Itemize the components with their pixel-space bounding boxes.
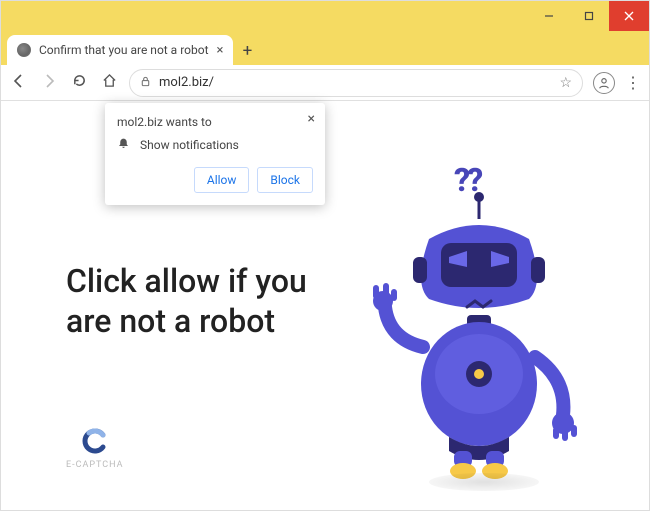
hero-text: Click allow if you are not a robot bbox=[66, 261, 336, 341]
captcha-badge: E-CAPTCHA bbox=[66, 426, 124, 470]
tab-title: Confirm that you are not a robot bbox=[39, 43, 209, 57]
browser-tab-active[interactable]: Confirm that you are not a robot × bbox=[7, 35, 233, 65]
robot-shadow bbox=[429, 473, 539, 491]
prompt-permission-label: Show notifications bbox=[140, 138, 239, 152]
kebab-menu-icon[interactable]: ⋮ bbox=[625, 73, 641, 92]
notification-permission-prompt: × mol2.biz wants to Show notifications A… bbox=[105, 103, 325, 205]
robot-illustration: ?? bbox=[349, 161, 609, 491]
address-bar[interactable]: mol2.biz/ ☆ bbox=[129, 69, 583, 97]
forward-button[interactable] bbox=[39, 73, 59, 93]
captcha-label: E-CAPTCHA bbox=[66, 460, 124, 470]
tab-close-icon[interactable]: × bbox=[217, 43, 224, 58]
window-minimize-button[interactable] bbox=[529, 1, 569, 31]
reload-button[interactable] bbox=[69, 73, 89, 92]
new-tab-button[interactable]: + bbox=[233, 37, 261, 65]
profile-avatar-icon[interactable] bbox=[593, 72, 615, 94]
allow-button[interactable]: Allow bbox=[194, 167, 250, 193]
url-text: mol2.biz/ bbox=[159, 75, 214, 90]
block-button[interactable]: Block bbox=[257, 167, 313, 193]
globe-icon bbox=[17, 43, 31, 57]
captcha-c-icon bbox=[80, 426, 110, 456]
lock-icon bbox=[140, 76, 151, 90]
window-close-button[interactable] bbox=[609, 1, 649, 31]
prompt-close-icon[interactable]: × bbox=[308, 111, 315, 127]
bell-icon bbox=[117, 137, 130, 153]
window-maximize-button[interactable] bbox=[569, 1, 609, 31]
home-button[interactable] bbox=[99, 73, 119, 92]
back-button[interactable] bbox=[9, 73, 29, 93]
tab-strip: Confirm that you are not a robot × + bbox=[1, 31, 649, 65]
prompt-origin-text: mol2.biz wants to bbox=[117, 115, 313, 129]
page-content: × mol2.biz wants to Show notifications A… bbox=[1, 101, 649, 510]
bookmark-star-icon[interactable]: ☆ bbox=[559, 75, 572, 91]
window-titlebar bbox=[1, 1, 649, 31]
browser-toolbar: mol2.biz/ ☆ ⋮ bbox=[1, 65, 649, 101]
